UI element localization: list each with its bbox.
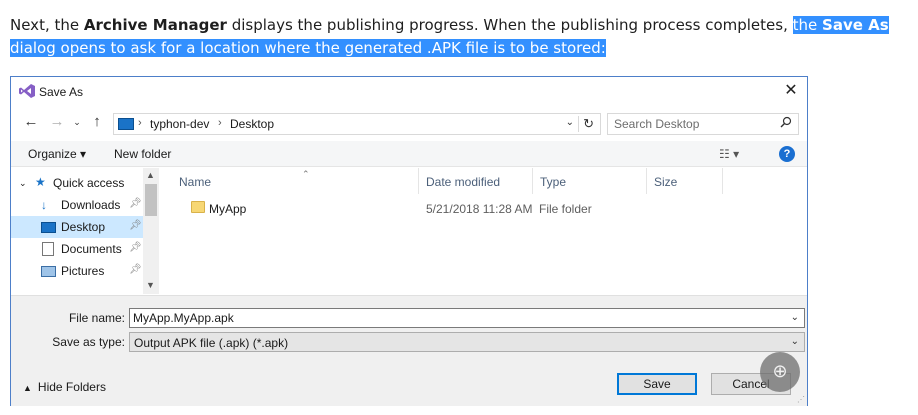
address-dropdown-icon[interactable]: ⌄ xyxy=(566,117,574,128)
collapse-chevron-icon[interactable]: ⌄ xyxy=(19,178,27,189)
file-name-dropdown-icon[interactable]: ⌄ xyxy=(791,312,799,323)
sort-arrow-icon: ⌃ xyxy=(302,169,310,179)
breadcrumb-desktop[interactable]: Desktop xyxy=(230,117,274,131)
sidebar-item-downloads[interactable]: ↓ Downloads 📌︎ xyxy=(11,194,157,216)
sidebar-item-label: Desktop xyxy=(61,220,106,234)
column-header-type[interactable]: Type xyxy=(532,168,646,194)
save-as-type-value: Output APK file (.apk) (*.apk) xyxy=(134,336,289,350)
help-icon[interactable]: ? xyxy=(779,146,795,162)
file-name-cell: MyApp xyxy=(209,202,247,216)
pin-icon: 📌︎ xyxy=(129,220,142,231)
address-row: ← → ⌄ ↑ › typhon-dev › Desktop ⌄ ↻ xyxy=(11,109,807,137)
sidebar-item-label: Quick access xyxy=(53,176,125,190)
zoom-in-icon[interactable]: ⊕ xyxy=(760,352,800,392)
sidebar-item-pictures[interactable]: Pictures 📌︎ xyxy=(11,260,157,282)
visual-studio-icon xyxy=(19,84,35,98)
type-cell: File folder xyxy=(539,202,592,216)
refresh-icon[interactable]: ↻ xyxy=(583,116,594,132)
pin-icon: 📌︎ xyxy=(129,198,142,209)
close-icon[interactable]: ✕ xyxy=(781,81,801,101)
star-icon: ★ xyxy=(35,175,46,189)
date-modified-cell: 5/21/2018 11:28 AM xyxy=(426,202,533,216)
search-icon[interactable] xyxy=(780,116,792,128)
search-box[interactable] xyxy=(607,113,799,135)
save-options-pane: File name: ⌄ Save as type: Output APK fi… xyxy=(11,295,807,406)
file-list: Name ⌃ Date modified Type Size MyApp 5/2… xyxy=(161,168,807,294)
save-as-type-dropdown-icon[interactable]: ⌄ xyxy=(791,336,799,347)
chevron-up-icon: ▲ xyxy=(23,383,32,393)
breadcrumb-separator-icon: › xyxy=(138,117,142,129)
scroll-up-icon[interactable]: ▲ xyxy=(146,170,155,180)
resize-grip-icon[interactable]: ⋰ xyxy=(797,395,805,404)
navigation-pane: ⌄ ★ Quick access ↓ Downloads 📌︎ Desktop … xyxy=(11,168,157,294)
sidebar-item-label: Pictures xyxy=(61,264,105,278)
download-arrow-icon: ↓ xyxy=(41,198,47,212)
file-name-label: File name: xyxy=(68,311,125,325)
organize-menu[interactable]: Organize ▾ xyxy=(28,147,86,161)
sidebar-item-label: Documents xyxy=(61,242,122,256)
archive-manager-term: Archive Manager xyxy=(83,16,227,34)
column-header-label: Size xyxy=(654,175,678,189)
save-button[interactable]: Save xyxy=(617,373,697,395)
column-header-size[interactable]: Size xyxy=(646,168,722,194)
desktop-icon xyxy=(41,222,56,233)
save-as-type-select[interactable]: Output APK file (.apk) (*.apk) ⌄ xyxy=(129,332,805,352)
scroll-down-icon[interactable]: ▼ xyxy=(146,280,155,290)
change-view-icon[interactable]: ☷ ▾ xyxy=(719,147,739,161)
folder-icon xyxy=(191,201,205,213)
file-name-field[interactable]: ⌄ xyxy=(129,308,805,328)
address-bar[interactable]: › typhon-dev › Desktop ⌄ ↻ xyxy=(113,113,601,135)
paragraph-text-1: Next, the xyxy=(10,16,84,34)
highlighted-text-2: dialog opens to ask for a location where… xyxy=(10,39,606,57)
hide-folders-toggle[interactable]: ▲ Hide Folders xyxy=(23,380,106,394)
back-arrow-icon[interactable]: ← xyxy=(21,113,41,130)
title-bar: Save As ✕ xyxy=(11,77,807,107)
pictures-icon xyxy=(41,266,56,277)
column-header-name[interactable]: Name ⌃ xyxy=(171,168,429,194)
highlighted-save-as-term: Save As xyxy=(822,16,889,34)
column-divider[interactable] xyxy=(722,168,723,194)
pin-icon: 📌︎ xyxy=(129,264,142,275)
sidebar-item-quick-access[interactable]: ⌄ ★ Quick access xyxy=(11,172,157,194)
sidebar-item-desktop[interactable]: Desktop 📌︎ xyxy=(11,216,157,238)
table-row[interactable]: MyApp 5/21/2018 11:28 AM File folder xyxy=(161,198,761,220)
column-header-label: Type xyxy=(540,175,567,189)
recent-locations-chevron-icon[interactable]: ⌄ xyxy=(67,117,87,128)
column-header-label: Name xyxy=(179,175,212,189)
instruction-paragraph: Next, the Archive Manager displays the p… xyxy=(10,14,914,60)
forward-arrow-icon[interactable]: → xyxy=(47,113,67,130)
command-toolbar: Organize ▾ New folder ☷ ▾ ? xyxy=(11,141,807,167)
up-arrow-icon[interactable]: ↑ xyxy=(87,113,107,130)
pin-icon: 📌︎ xyxy=(129,242,142,253)
divider xyxy=(578,116,579,132)
documents-icon xyxy=(42,242,54,256)
paragraph-text-2: displays the publishing progress. When t… xyxy=(226,16,793,34)
file-name-input[interactable] xyxy=(133,309,773,327)
search-input[interactable] xyxy=(614,115,774,133)
hide-folders-label: Hide Folders xyxy=(37,380,106,394)
save-as-type-label: Save as type: xyxy=(52,335,125,349)
dialog-title: Save As xyxy=(39,85,84,99)
navigation-scrollbar[interactable]: ▲ ▼ xyxy=(143,168,159,294)
sidebar-item-documents[interactable]: Documents 📌︎ xyxy=(11,238,157,260)
highlighted-text-1: the xyxy=(792,16,823,34)
column-header-label: Date modified xyxy=(426,175,501,189)
save-as-dialog: Save As ✕ ← → ⌄ ↑ › typhon-dev › Desktop… xyxy=(10,76,808,406)
new-folder-button[interactable]: New folder xyxy=(114,147,171,161)
sidebar-item-label: Downloads xyxy=(61,198,121,212)
breadcrumb-separator-icon: › xyxy=(218,117,222,129)
scrollbar-thumb[interactable] xyxy=(145,184,157,216)
this-pc-icon xyxy=(118,118,134,130)
column-header-date-modified[interactable]: Date modified xyxy=(418,168,532,194)
breadcrumb-typhon-dev[interactable]: typhon-dev xyxy=(150,117,209,131)
